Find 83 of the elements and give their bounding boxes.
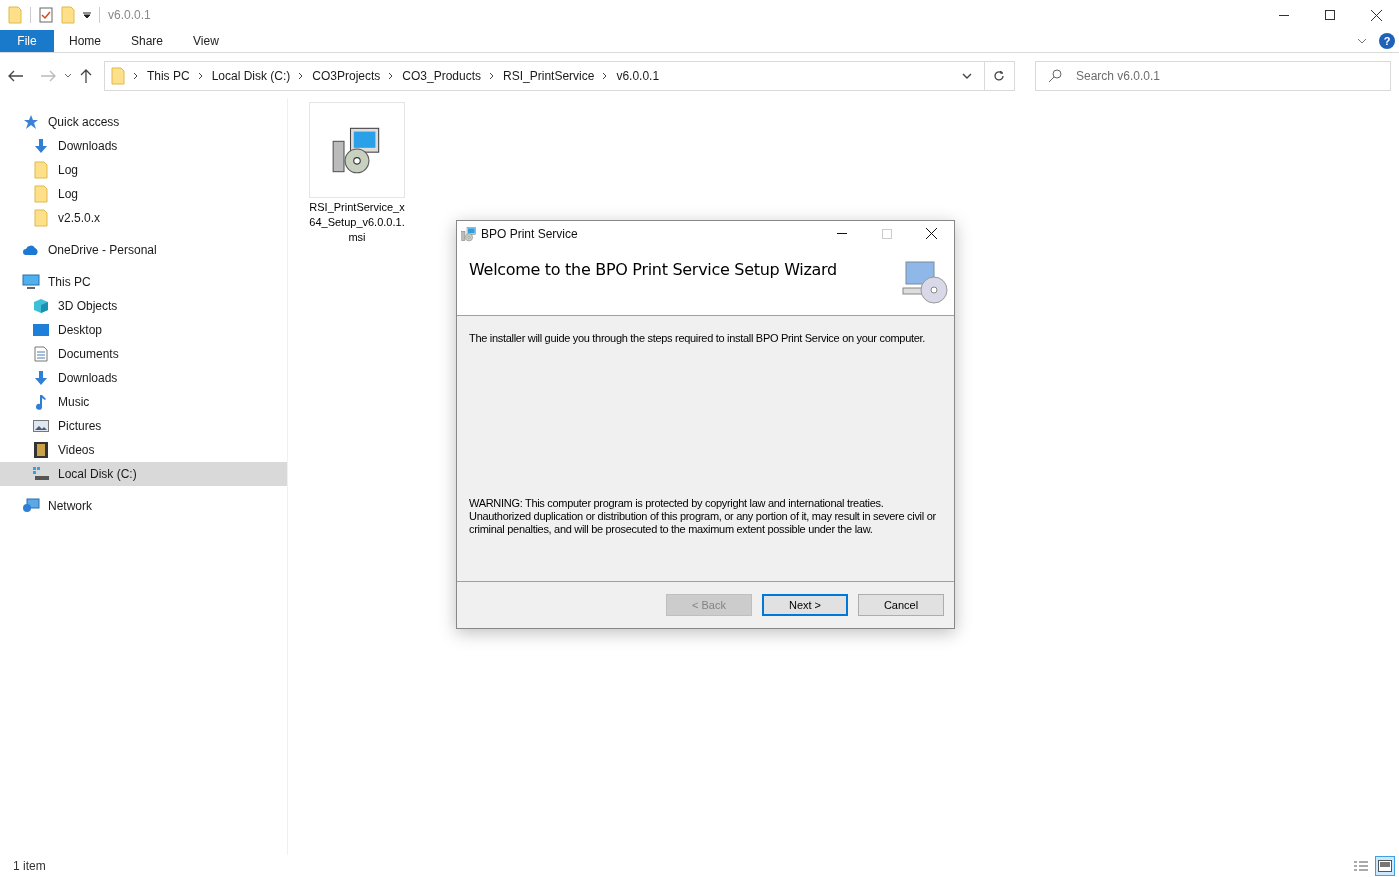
folder-icon bbox=[34, 209, 48, 227]
minimize-icon bbox=[836, 233, 847, 234]
cube-icon bbox=[33, 298, 49, 314]
chevron-right-icon bbox=[132, 71, 139, 80]
large-icons-view-button[interactable] bbox=[1375, 856, 1395, 876]
search-field[interactable]: Search v6.0.0.1 bbox=[1035, 60, 1391, 91]
warning-text: WARNING: This computer program is protected by copyright law and international treaties. Unauthorized duplication or distribution of this program, or any portion of it, may result in severe civil or criminal penalties, and will be prosecuted to the maximum extent possible under the law. bbox=[469, 496, 937, 536]
close-icon bbox=[1370, 9, 1382, 21]
folder-icon bbox=[34, 161, 48, 179]
help-button[interactable]: ? bbox=[1379, 33, 1395, 49]
chevron-down-icon[interactable] bbox=[1357, 38, 1367, 44]
breadcrumb-item[interactable]: CO3_Products bbox=[402, 66, 482, 85]
item-count: 1 item bbox=[13, 858, 46, 875]
address-bar[interactable]: This PC Local Disk (C:) CO3Projects CO3_Products RSI_PrintService v6.0.0.1 bbox=[103, 60, 1015, 91]
nav-item[interactable]: Documents bbox=[0, 342, 287, 366]
nav-item[interactable]: Desktop bbox=[0, 318, 287, 342]
breadcrumb-item[interactable]: This PC bbox=[146, 66, 190, 85]
network-icon bbox=[22, 498, 40, 514]
close-icon bbox=[926, 228, 937, 239]
nav-item[interactable]: Downloads bbox=[0, 134, 287, 158]
nav-item[interactable]: Music bbox=[0, 390, 287, 414]
document-icon bbox=[34, 346, 48, 362]
nav-item[interactable]: Local Disk (C:) bbox=[0, 462, 287, 486]
maximize-icon bbox=[1325, 10, 1335, 20]
nav-item[interactable]: v2.5.0.x bbox=[0, 206, 287, 230]
search-icon bbox=[1048, 68, 1062, 83]
ribbon-tab[interactable]: Home bbox=[54, 30, 116, 52]
computer-disc-icon bbox=[902, 260, 948, 304]
back-arrow-icon[interactable] bbox=[8, 69, 24, 82]
ribbon-tab[interactable]: View bbox=[178, 30, 234, 52]
dialog-title: BPO Print Service bbox=[481, 225, 578, 243]
download-arrow-icon bbox=[33, 370, 49, 386]
folder-icon bbox=[8, 6, 22, 24]
folder-icon bbox=[34, 185, 48, 203]
wizard-button[interactable]: Cancel bbox=[858, 594, 944, 616]
chevron-down-icon[interactable] bbox=[63, 72, 72, 79]
nav-item[interactable]: Videos bbox=[0, 438, 287, 462]
chevron-right-icon bbox=[197, 71, 204, 80]
chevron-right-icon bbox=[298, 71, 305, 80]
ribbon-tab[interactable]: Share bbox=[116, 30, 179, 52]
installer-icon bbox=[461, 225, 477, 242]
nav-item[interactable]: Downloads bbox=[0, 366, 287, 390]
checklist-icon[interactable] bbox=[39, 7, 53, 23]
maximize-icon bbox=[881, 228, 892, 239]
wizard-heading: Welcome to the BPO Print Service Setup Wizard bbox=[469, 259, 837, 281]
refresh-icon bbox=[993, 69, 1006, 82]
dropdown-icon[interactable] bbox=[83, 11, 91, 19]
folder-icon bbox=[110, 66, 125, 85]
picture-icon bbox=[33, 420, 49, 432]
nav-item[interactable]: This PC bbox=[0, 270, 287, 294]
chevron-down-icon[interactable] bbox=[962, 72, 972, 79]
nav-item[interactable]: 3D Objects bbox=[0, 294, 287, 318]
file-name: RSI_PrintService_x64_Setup_v6.0.0.1.msi bbox=[309, 200, 405, 245]
nav-item[interactable]: Network bbox=[0, 494, 287, 518]
cloud-icon bbox=[22, 244, 40, 256]
chevron-right-icon bbox=[602, 71, 609, 80]
chevron-right-icon bbox=[388, 71, 395, 80]
star-icon bbox=[23, 114, 39, 130]
film-icon bbox=[34, 442, 48, 458]
nav-item[interactable]: Pictures bbox=[0, 414, 287, 438]
details-list-icon bbox=[1354, 860, 1368, 872]
wizard-button[interactable]: Next > bbox=[762, 594, 848, 616]
download-arrow-icon bbox=[33, 138, 49, 154]
nav-item[interactable]: OneDrive - Personal bbox=[0, 238, 287, 262]
ribbon-tab[interactable]: File bbox=[0, 30, 54, 52]
nav-item[interactable]: Log bbox=[0, 182, 287, 206]
minimize-icon bbox=[1279, 14, 1289, 16]
breadcrumb-item[interactable]: v6.0.0.1 bbox=[616, 66, 660, 85]
monitor-icon bbox=[22, 274, 40, 290]
music-note-icon bbox=[35, 394, 47, 410]
folder-icon bbox=[61, 6, 75, 24]
window-title: v6.0.0.1 bbox=[108, 7, 151, 24]
chevron-right-icon bbox=[489, 71, 496, 80]
desktop-icon bbox=[33, 323, 49, 337]
drive-icon bbox=[33, 467, 49, 481]
breadcrumb-item[interactable]: Local Disk (C:) bbox=[211, 66, 291, 85]
large-icons-icon bbox=[1378, 860, 1392, 872]
breadcrumb-item[interactable]: CO3Projects bbox=[312, 66, 381, 85]
nav-item[interactable]: Quick access bbox=[0, 110, 287, 134]
intro-text: The installer will guide you through the steps required to install BPO Print Service on your computer. bbox=[469, 331, 927, 346]
breadcrumb-item[interactable]: RSI_PrintService bbox=[503, 66, 595, 85]
up-arrow-icon[interactable] bbox=[79, 68, 92, 83]
nav-item[interactable]: Log bbox=[0, 158, 287, 182]
